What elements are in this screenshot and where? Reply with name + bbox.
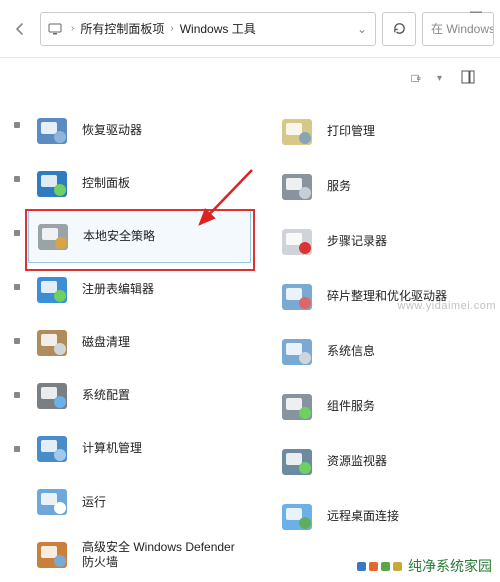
- recovery-drive-icon: [32, 111, 72, 151]
- item-label: 高级安全 Windows Defender 防火墙: [82, 540, 247, 571]
- windows-defender-firewall-icon: [32, 535, 72, 575]
- item-services[interactable]: 服务: [273, 159, 496, 214]
- info-pane-button[interactable]: [460, 69, 476, 88]
- resource-monitor-icon: [277, 442, 317, 482]
- item-system-configuration[interactable]: 系统配置: [28, 370, 251, 423]
- brand-logo-icon: [357, 562, 402, 571]
- steps-recorder-icon: [277, 222, 317, 262]
- item-label: 磁盘清理: [82, 335, 130, 351]
- chevron-right-icon: ›: [69, 23, 76, 34]
- defragment-optimize-icon: [277, 277, 317, 317]
- window-controls: —: [452, 0, 500, 22]
- item-resource-monitor[interactable]: 资源监视器: [273, 434, 496, 489]
- system-information-icon: [277, 332, 317, 372]
- chevron-down-icon[interactable]: ⌄: [353, 22, 371, 36]
- content-area: 恢复驱动器 控制面板 本地安全策略 注册表编辑器 磁盘清理 系统配置 计算机管理…: [0, 98, 500, 582]
- item-local-security-policy[interactable]: 本地安全策略: [28, 210, 251, 263]
- registry-editor-icon: [32, 270, 72, 310]
- item-steps-recorder[interactable]: 步骤记录器: [273, 214, 496, 269]
- control-panel-icon: [32, 164, 72, 204]
- item-registry-editor[interactable]: 注册表编辑器: [28, 263, 251, 316]
- item-label: 服务: [327, 179, 351, 195]
- item-label: 本地安全策略: [83, 229, 155, 245]
- minimize-button[interactable]: —: [470, 4, 482, 18]
- item-control-panel[interactable]: 控制面板: [28, 157, 251, 210]
- view-mode-button[interactable]: □▫: [411, 71, 419, 85]
- breadcrumb[interactable]: › 所有控制面板项 › Windows 工具 ⌄: [40, 12, 376, 46]
- run-icon: [32, 482, 72, 522]
- item-windows-defender-firewall[interactable]: 高级安全 Windows Defender 防火墙: [28, 529, 251, 582]
- item-label: 系统信息: [327, 344, 375, 360]
- watermark: www.yidaimei.com: [398, 300, 496, 312]
- breadcrumb-segment[interactable]: Windows 工具: [180, 20, 256, 37]
- item-defragment-optimize[interactable]: 碎片整理和优化驱动器: [273, 269, 496, 324]
- items-grid: 恢复驱动器 控制面板 本地安全策略 注册表编辑器 磁盘清理 系统配置 计算机管理…: [28, 104, 496, 582]
- item-recovery-drive[interactable]: 恢复驱动器: [28, 104, 251, 157]
- disk-cleanup-icon: [32, 323, 72, 363]
- item-label: 恢复驱动器: [82, 123, 142, 139]
- item-label: 组件服务: [327, 399, 375, 415]
- item-label: 步骤记录器: [327, 234, 387, 250]
- item-system-information[interactable]: 系统信息: [273, 324, 496, 379]
- item-label: 资源监视器: [327, 454, 387, 470]
- view-toolbar: □▫ ▾: [0, 58, 500, 98]
- item-label: 系统配置: [82, 388, 130, 404]
- system-configuration-icon: [32, 376, 72, 416]
- footer-brand: 纯净系统家园: [349, 550, 500, 582]
- breadcrumb-segment[interactable]: 所有控制面板项: [80, 20, 164, 37]
- remote-desktop-icon: [277, 497, 317, 537]
- computer-management-icon: [32, 429, 72, 469]
- item-label: 打印管理: [327, 124, 375, 140]
- item-computer-management[interactable]: 计算机管理: [28, 423, 251, 476]
- navigation-toolbar: › 所有控制面板项 › Windows 工具 ⌄ 在 Windows 工: [0, 0, 500, 58]
- local-security-policy-icon: [33, 217, 73, 257]
- item-run[interactable]: 运行: [28, 476, 251, 529]
- tree-strip: [14, 104, 22, 582]
- item-label: 注册表编辑器: [82, 282, 154, 298]
- item-print-management[interactable]: 打印管理: [273, 104, 496, 159]
- item-disk-cleanup[interactable]: 磁盘清理: [28, 317, 251, 370]
- chevron-down-icon[interactable]: ▾: [437, 73, 442, 84]
- item-remote-desktop[interactable]: 远程桌面连接: [273, 489, 496, 544]
- item-label: 控制面板: [82, 176, 130, 192]
- screen-icon: [45, 19, 65, 39]
- item-label: 远程桌面连接: [327, 509, 399, 525]
- brand-text: 纯净系统家园: [408, 556, 492, 576]
- component-services-icon: [277, 387, 317, 427]
- item-component-services[interactable]: 组件服务: [273, 379, 496, 434]
- chevron-right-icon: ›: [168, 23, 175, 34]
- item-label: 运行: [82, 495, 106, 511]
- item-label: 计算机管理: [82, 441, 142, 457]
- refresh-button[interactable]: [382, 12, 416, 46]
- services-icon: [277, 167, 317, 207]
- back-button[interactable]: [6, 14, 34, 44]
- search-placeholder: 在 Windows 工: [431, 20, 494, 37]
- print-management-icon: [277, 112, 317, 152]
